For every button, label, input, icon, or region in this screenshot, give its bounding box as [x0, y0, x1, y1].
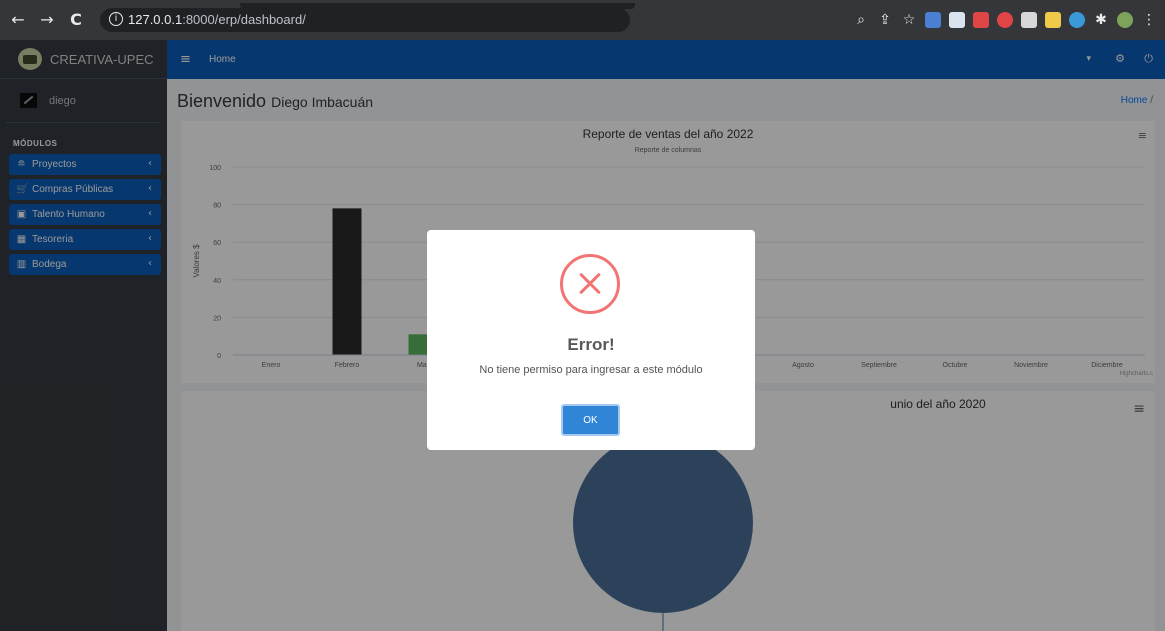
url-text: 127.0.0.1:8000/erp/dashboard/	[128, 12, 306, 27]
dialog-message: No tiene permiso para ingresar a este mó…	[479, 364, 703, 376]
back-icon[interactable]: ←	[10, 12, 26, 28]
extension-doc-icon[interactable]	[949, 12, 965, 28]
forward-icon[interactable]: →	[39, 12, 55, 28]
ok-button[interactable]: OK	[561, 404, 620, 436]
extension-w-icon[interactable]	[1021, 12, 1037, 28]
browser-menu-icon[interactable]: ⋮	[1141, 12, 1157, 28]
extension-translate-icon[interactable]	[925, 12, 941, 28]
extension-globe-icon[interactable]	[1069, 12, 1085, 28]
extension-yellow-icon[interactable]	[1045, 12, 1061, 28]
extensions-puzzle-icon[interactable]: ✱	[1093, 12, 1109, 28]
info-icon[interactable]: i	[109, 12, 123, 26]
browser-toolbar: ← → C i 127.0.0.1:8000/erp/dashboard/ ⌕ …	[0, 0, 1165, 40]
url-host: 127.0.0.1	[128, 12, 183, 27]
profile-avatar[interactable]	[1117, 12, 1133, 28]
extension-red-icon[interactable]	[973, 12, 989, 28]
bookmark-star-icon[interactable]: ☆	[901, 12, 917, 28]
reload-icon[interactable]: C	[68, 12, 84, 28]
address-bar[interactable]: i 127.0.0.1:8000/erp/dashboard/	[100, 8, 630, 32]
url-path: :8000/erp/dashboard/	[182, 12, 306, 27]
browser-actions: ⌕ ⇪ ☆ ✱ ⋮	[853, 10, 1157, 30]
zoom-icon[interactable]: ⌕	[853, 12, 869, 28]
share-icon[interactable]: ⇪	[877, 12, 893, 28]
extension-close-icon[interactable]	[997, 12, 1013, 28]
dialog-title: Error!	[567, 335, 615, 354]
error-dialog: Error! No tiene permiso para ingresar a …	[427, 230, 755, 450]
error-x-icon	[560, 254, 620, 314]
